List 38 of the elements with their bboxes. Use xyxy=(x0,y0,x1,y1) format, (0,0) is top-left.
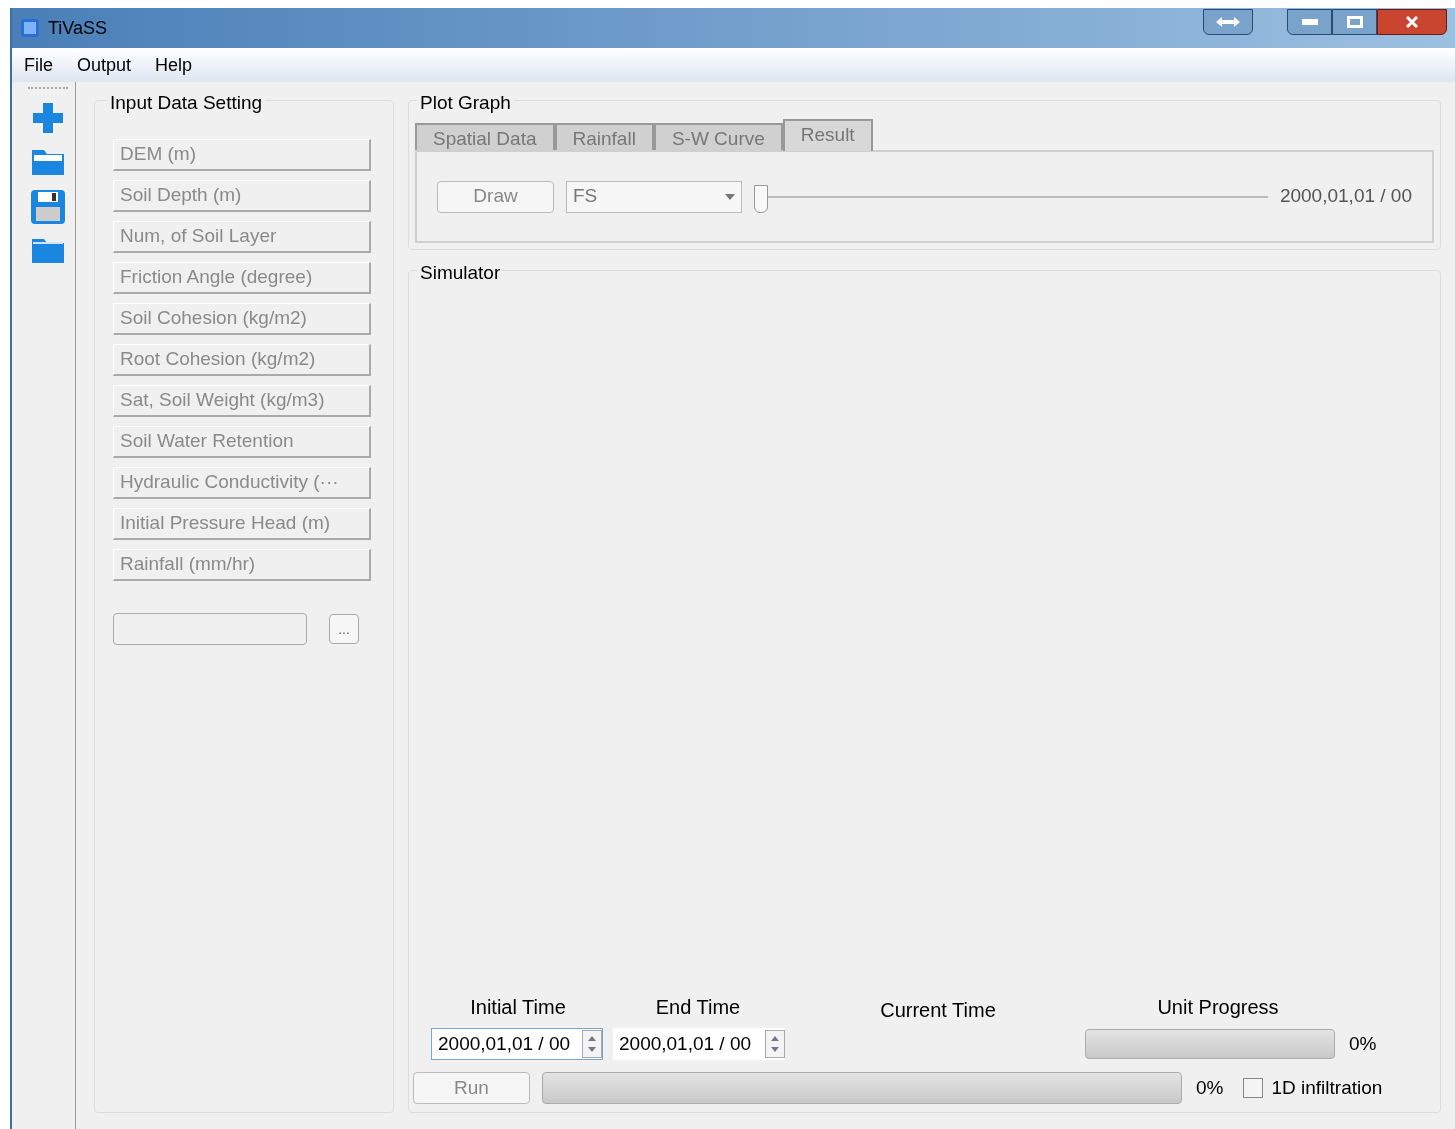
spinner-arrows-icon xyxy=(765,1030,785,1058)
progress-percent: 0% xyxy=(1349,1031,1377,1056)
checkbox-label: 1D infiltration xyxy=(1271,1075,1383,1100)
tab[interactable]: Spatial Data xyxy=(415,123,555,151)
minimize-icon xyxy=(1301,19,1318,25)
date-spinner[interactable]: 2000,01,01 / 00 xyxy=(613,1028,785,1060)
double-arrow-icon xyxy=(1215,16,1241,28)
menu-item[interactable]: File xyxy=(24,51,53,79)
file-path-field[interactable] xyxy=(113,613,307,645)
tab[interactable]: S-W Curve xyxy=(653,123,783,151)
window-title: TiVaSS xyxy=(48,16,108,40)
date-spinner[interactable]: 2000,01,01 / 00 xyxy=(431,1028,603,1060)
tab[interactable]: Rainfall xyxy=(554,123,654,151)
menu-item[interactable]: Output xyxy=(77,51,132,79)
snap-button[interactable] xyxy=(1203,9,1253,35)
maximize-button[interactable] xyxy=(1332,9,1377,35)
result-dropdown[interactable]: FS xyxy=(566,180,742,213)
folder-icon[interactable] xyxy=(29,237,66,265)
checkbox[interactable] xyxy=(1243,1078,1264,1098)
browse-button[interactable]: ... xyxy=(329,614,359,644)
spinner-arrows-icon xyxy=(582,1030,602,1058)
menu-item[interactable]: Help xyxy=(155,51,193,79)
progress-percent: 0% xyxy=(1196,1075,1224,1100)
slider-thumb[interactable] xyxy=(754,184,768,213)
dropdown-arrow-icon xyxy=(725,193,735,200)
close-button[interactable] xyxy=(1377,9,1447,35)
app-icon xyxy=(20,18,40,38)
maximize-icon xyxy=(1346,16,1363,28)
field-label: End Time xyxy=(654,995,742,1020)
tab[interactable]: Result xyxy=(782,119,873,151)
close-icon xyxy=(1405,16,1419,28)
time-label: 2000,01,01 / 00 xyxy=(1279,184,1412,209)
field-label: Initial Time xyxy=(469,995,567,1020)
save-icon[interactable] xyxy=(29,189,66,225)
field-label: Current Time xyxy=(879,998,997,1023)
plus-icon[interactable] xyxy=(30,101,65,135)
minimize-button[interactable] xyxy=(1287,9,1332,35)
field-label: Unit Progress xyxy=(1156,995,1280,1020)
